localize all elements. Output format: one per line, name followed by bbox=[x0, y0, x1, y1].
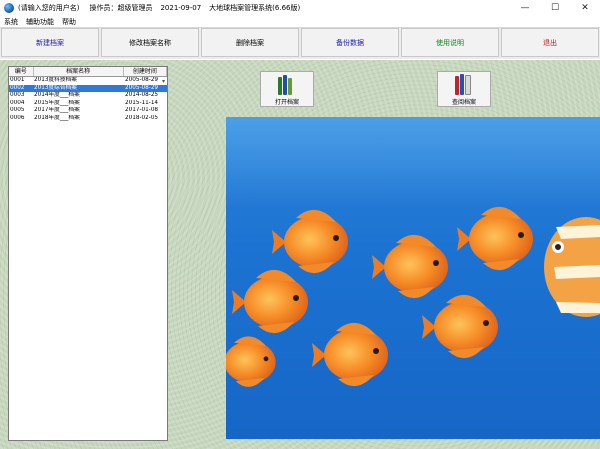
close-button[interactable]: ✕ bbox=[570, 0, 600, 16]
user-name: (请输入您的用户名) bbox=[18, 4, 80, 12]
backup-data-button[interactable]: 备份数据 bbox=[301, 28, 399, 57]
archive-list[interactable]: 编号 档案名称 创建时间 0001 2013度科技档案 2005-08-29 0002… bbox=[8, 66, 168, 441]
cell-name: 2017年度___档案 bbox=[34, 107, 80, 113]
rename-archive-button[interactable]: 修改档案名称 bbox=[101, 28, 199, 57]
menu-bar: 系统 辅助功能 帮助 bbox=[0, 16, 600, 28]
scroll-down-icon[interactable]: ▾ bbox=[162, 78, 165, 85]
fish-shape bbox=[372, 234, 448, 299]
column-header-id[interactable]: 编号 bbox=[9, 67, 34, 76]
cell-name: 2015年度___档案 bbox=[34, 99, 80, 106]
list-header: 编号 档案名称 创建时间 bbox=[9, 67, 167, 77]
delete-archive-button[interactable]: 删除档案 bbox=[201, 28, 299, 57]
table-row[interactable]: 0002 2013度综合档案 2005-08-29 bbox=[9, 84, 167, 92]
column-header-date[interactable]: 创建时间 bbox=[124, 67, 167, 76]
books-icon bbox=[278, 74, 296, 95]
column-header-name[interactable]: 档案名称 bbox=[34, 67, 124, 76]
cell-id: 0004 bbox=[10, 99, 25, 106]
cell-name: 2013度科技档案 bbox=[34, 77, 77, 83]
folders-icon bbox=[455, 74, 473, 95]
menu-aux[interactable]: 辅助功能 bbox=[26, 17, 54, 27]
exit-button[interactable]: 退出 bbox=[501, 28, 599, 57]
table-row[interactable]: 0004 2015年度___档案 2015-11-14 bbox=[9, 100, 167, 108]
globe-icon bbox=[4, 3, 14, 13]
toolbar: 新建档案 修改档案名称 删除档案 备份数据 使用说明 退出 bbox=[0, 28, 600, 59]
fish-shape bbox=[226, 336, 276, 387]
cell-date: 2014-08-25 bbox=[125, 92, 159, 98]
title-bar: (请输入您的用户名) 操作员：超级管理员 2021-09-07 大地球档案管理系… bbox=[0, 0, 600, 16]
cell-id: 0001 bbox=[10, 77, 25, 83]
cell-date: 2015-11-14 bbox=[125, 99, 159, 106]
instructions-button[interactable]: 使用说明 bbox=[401, 28, 499, 57]
cell-date: 2017-01-08 bbox=[125, 107, 159, 113]
new-archive-button[interactable]: 新建档案 bbox=[1, 28, 99, 57]
fish-shape bbox=[272, 209, 348, 274]
striped-fish bbox=[544, 217, 600, 317]
query-archive-label: 查阅档案 bbox=[451, 99, 476, 106]
menu-help[interactable]: 帮助 bbox=[62, 17, 76, 27]
app-title: 大地球档案管理系统(6.66版) bbox=[209, 4, 301, 12]
fish-shape bbox=[457, 206, 533, 271]
open-archive-label: 打开档案 bbox=[274, 99, 299, 106]
cell-date: 2018-02-05 bbox=[125, 114, 159, 121]
fish-shape bbox=[312, 322, 388, 387]
fish-shape bbox=[232, 269, 308, 334]
table-row[interactable]: 0003 2014年度___档案 2014-08-25 bbox=[9, 92, 167, 100]
cell-date: 2005-08-29 bbox=[125, 84, 159, 91]
cell-id: 0003 bbox=[10, 92, 25, 98]
query-archive-button[interactable]: 查阅档案 bbox=[437, 71, 491, 107]
operator-label: 操作员：超级管理员 bbox=[89, 4, 153, 12]
table-row[interactable]: 0006 2018年度___档案 2018-02-05 bbox=[9, 115, 167, 123]
fish-illustration bbox=[226, 117, 600, 387]
maximize-button[interactable]: ☐ bbox=[540, 0, 570, 16]
cell-id: 0005 bbox=[10, 107, 25, 113]
open-archive-button[interactable]: 打开档案 bbox=[260, 71, 314, 107]
cell-name: 2013度综合档案 bbox=[34, 84, 77, 91]
minimize-button[interactable]: — bbox=[510, 0, 540, 16]
cell-name: 2014年度___档案 bbox=[34, 92, 80, 98]
fish-shape bbox=[422, 294, 498, 359]
cell-id: 0006 bbox=[10, 114, 25, 121]
aquarium-image bbox=[226, 117, 600, 439]
menu-system[interactable]: 系统 bbox=[4, 17, 18, 27]
cell-name: 2018年度___档案 bbox=[34, 114, 80, 121]
date-label: 2021-09-07 bbox=[160, 4, 202, 12]
table-row[interactable]: 0005 2017年度___档案 2017-01-08 bbox=[9, 107, 167, 115]
list-rows: 0001 2013度科技档案 2005-08-29 0002 2013度综合档案 2005… bbox=[9, 77, 167, 122]
cell-id: 0002 bbox=[10, 84, 25, 91]
cell-date: 2005-08-29 bbox=[125, 77, 159, 83]
table-row[interactable]: 0001 2013度科技档案 2005-08-29 bbox=[9, 77, 167, 85]
